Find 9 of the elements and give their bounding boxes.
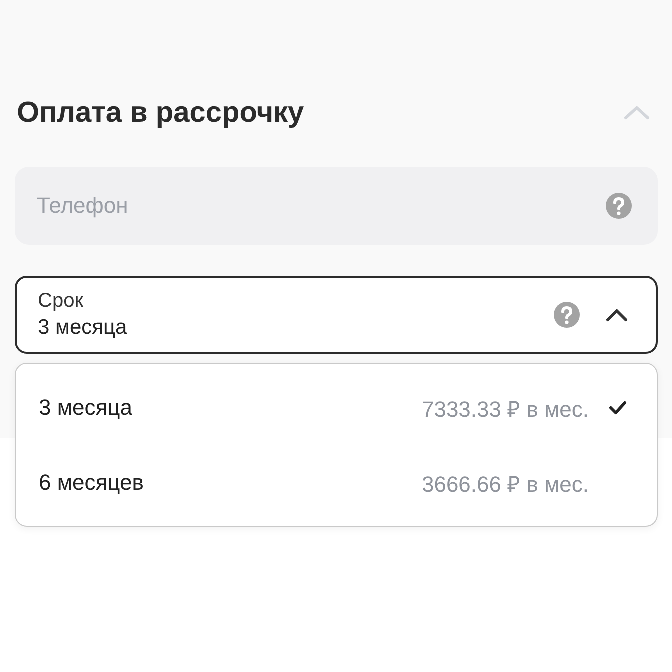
section-title: Оплата в рассрочку [17,96,304,130]
help-icon[interactable] [554,302,580,328]
checkmark-icon [609,400,627,414]
dropdown-option[interactable]: 3 месяца 7333.33 ₽ в мес. [16,372,657,442]
term-select[interactable]: Срок 3 месяца [15,276,658,354]
dropdown-option[interactable]: 6 месяцев 3666.66 ₽ в мес. [16,448,657,518]
help-icon[interactable] [606,193,632,219]
phone-field[interactable]: Телефон [15,167,658,245]
chevron-icon[interactable] [606,308,628,322]
